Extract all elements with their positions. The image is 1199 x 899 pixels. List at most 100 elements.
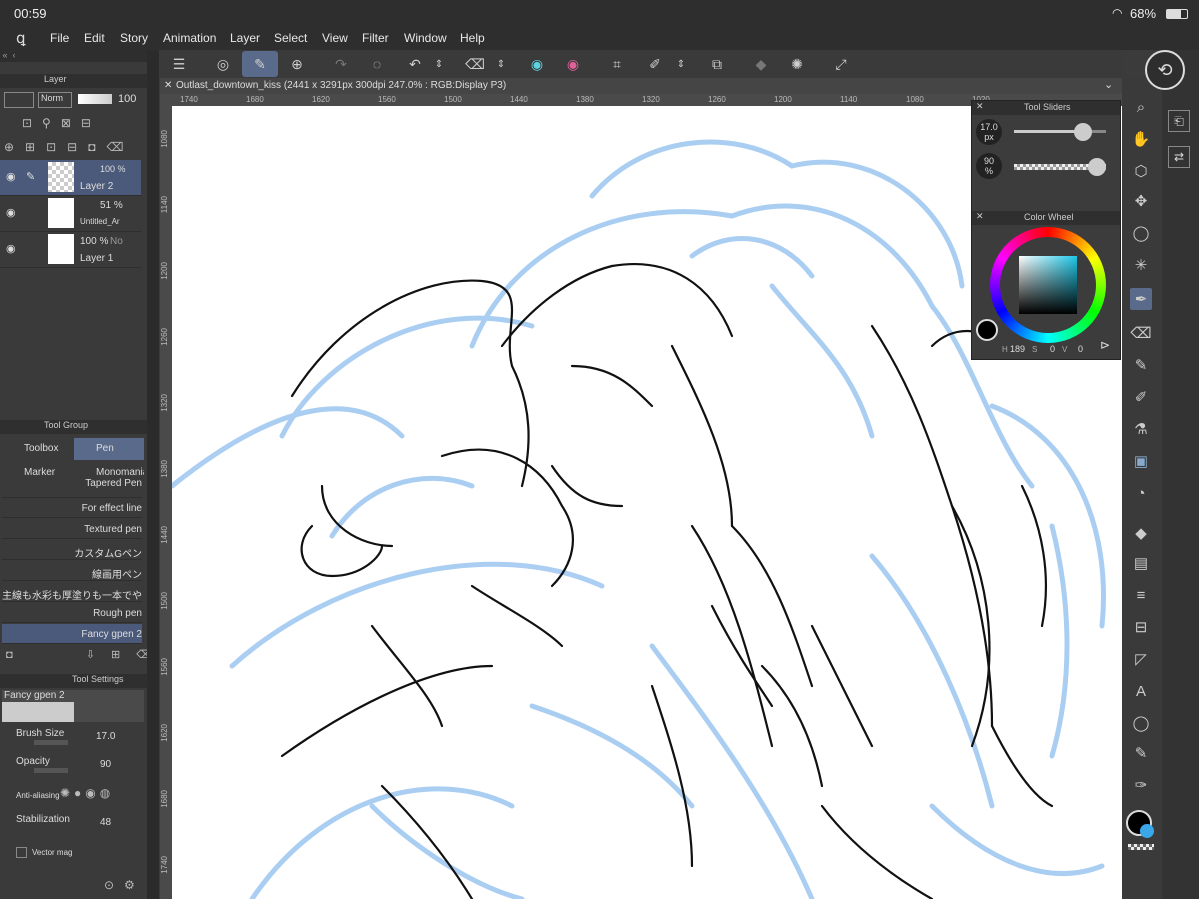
lasso-tool-icon[interactable]: ◯ xyxy=(1130,222,1152,244)
saturation-value-square[interactable] xyxy=(1019,256,1077,314)
zoom-icon[interactable]: ⌕ xyxy=(1130,96,1152,118)
anti-aliasing-options[interactable]: ✺●◉◍ xyxy=(60,786,114,800)
opacity-slider-thumb[interactable] xyxy=(1087,158,1106,176)
brush-item[interactable]: For effect line xyxy=(2,498,142,518)
menu-select[interactable]: Select xyxy=(274,31,307,45)
magic-wand-icon[interactable]: ✳ xyxy=(1130,254,1152,276)
app-logo-icon[interactable]: ꝗ xyxy=(16,29,26,47)
pen-tool-icon[interactable]: ✒ xyxy=(1130,288,1152,310)
vector-magnet-checkbox[interactable] xyxy=(16,847,27,858)
eyedropper-icon[interactable]: ✑ xyxy=(1130,774,1152,796)
layer-opacity-slider[interactable] xyxy=(78,94,112,104)
brush-item[interactable]: 線画用ペン xyxy=(2,561,142,581)
opacity-slider[interactable] xyxy=(1014,158,1106,176)
redo-icon[interactable]: ↷ xyxy=(330,53,352,75)
figure-icon[interactable]: ≡ xyxy=(1130,584,1152,606)
chevron-down-icon[interactable]: ⌄ xyxy=(1104,78,1113,91)
layer-row[interactable]: ◉ 100 % No Layer 1 xyxy=(0,232,141,268)
swap-icon[interactable]: ⇄ xyxy=(1168,146,1190,168)
crop-icon[interactable]: ⌗ xyxy=(606,53,628,75)
blend-icon[interactable]: ◔ xyxy=(1130,482,1152,504)
stroke-arrows-icon[interactable]: ⇕ xyxy=(670,53,692,75)
brush-item[interactable]: カスタムGペン xyxy=(2,540,142,560)
fill-bucket-icon[interactable]: ◆ xyxy=(1130,522,1152,544)
smartphone-icon[interactable]: ⎗ xyxy=(1168,110,1190,132)
tab-pen[interactable]: Pen xyxy=(74,438,144,460)
sync-icon[interactable]: ⟲ xyxy=(1145,50,1185,90)
lasso-icon[interactable]: ◌ xyxy=(366,53,388,75)
ruler-tool-icon[interactable]: ◸ xyxy=(1130,648,1152,670)
frame-icon[interactable]: ⊟ xyxy=(1130,616,1152,638)
menu-animation[interactable]: Animation xyxy=(163,31,216,45)
fill-icon[interactable]: ◆ xyxy=(750,53,772,75)
gradient-icon[interactable]: ▤ xyxy=(1130,552,1152,574)
layer-lock-icons[interactable]: ⊡⚲⊠⊟ xyxy=(22,116,101,130)
hamburger-menu-icon[interactable]: ☰ xyxy=(168,53,190,75)
hand-icon[interactable]: ✋ xyxy=(1130,128,1152,150)
opacity-slider[interactable] xyxy=(34,768,68,773)
brush-item[interactable]: Textured pen xyxy=(2,519,142,539)
opacity-value[interactable]: 90 xyxy=(100,759,111,770)
3d-object-icon[interactable]: ⬡ xyxy=(1130,160,1152,182)
hue-ring[interactable] xyxy=(990,227,1106,343)
color-picker-cyan-icon[interactable]: ◉ xyxy=(526,53,548,75)
color-options-icon[interactable]: ⊳ xyxy=(1100,338,1110,352)
correct-line-icon[interactable]: ✎ xyxy=(1130,742,1152,764)
fullscreen-icon[interactable]: ⤢ xyxy=(830,53,852,75)
layer-shape-select[interactable] xyxy=(4,92,34,108)
brush-preview[interactable]: Fancy gpen 2 xyxy=(2,690,144,722)
brush-item[interactable]: Tapered Pen xyxy=(2,478,142,498)
size-slider-thumb[interactable] xyxy=(1074,123,1092,141)
decoration-icon[interactable]: ▣ xyxy=(1130,450,1152,472)
undo-icon[interactable]: ↶ xyxy=(404,53,426,75)
close-tab-icon[interactable]: ✕ xyxy=(164,80,172,91)
left-panel-collapse[interactable]: « ‹ xyxy=(0,50,147,62)
undo-history-arrows-icon[interactable]: ⇕ xyxy=(428,53,450,75)
menu-file[interactable]: File xyxy=(50,31,69,45)
foreground-color-swatch[interactable] xyxy=(976,319,998,341)
document-tab[interactable]: ✕ Outlast_downtown_kiss (2441 x 3291px 3… xyxy=(160,78,1122,94)
close-icon[interactable]: ✕ xyxy=(976,211,984,222)
menu-help[interactable]: Help xyxy=(460,31,485,45)
brush-item[interactable]: 主線も水彩も厚塗りも一本でやる xyxy=(2,582,142,602)
menu-layer[interactable]: Layer xyxy=(230,31,260,45)
size-slider[interactable] xyxy=(1014,123,1106,141)
layer-row[interactable]: ◉ 51 % Untitled_Ar xyxy=(0,196,141,232)
menu-filter[interactable]: Filter xyxy=(362,31,389,45)
eraser-icon[interactable]: ⌫ xyxy=(1130,322,1152,344)
blend-mode-select[interactable]: Norm xyxy=(38,92,72,108)
edit-layer-icon[interactable]: ✎ xyxy=(242,51,278,77)
transparent-color-swatch[interactable] xyxy=(1128,844,1154,850)
brush-icon[interactable]: ✐ xyxy=(1130,386,1152,408)
brush-item-selected[interactable]: Fancy gpen 2 xyxy=(2,624,142,644)
menu-window[interactable]: Window xyxy=(404,31,447,45)
brush-size-slider[interactable] xyxy=(34,740,68,745)
menu-edit[interactable]: Edit xyxy=(84,31,105,45)
transform-icon[interactable]: ⧉ xyxy=(706,53,728,75)
tool-group-action-icons[interactable]: ◘ ⇩⊞⌫ xyxy=(6,648,168,661)
move-icon[interactable]: ✥ xyxy=(1130,190,1152,212)
visibility-eye-icon[interactable]: ◉ xyxy=(6,206,16,219)
balloon-icon[interactable]: ◯ xyxy=(1130,712,1152,734)
pen-stroke-icon[interactable]: ✐ xyxy=(644,53,666,75)
eraser-arrows-icon[interactable]: ⇕ xyxy=(490,53,512,75)
loading-icon[interactable]: ✺ xyxy=(786,53,808,75)
menu-story[interactable]: Story xyxy=(120,31,148,45)
eraser-tool-icon[interactable]: ⌫ xyxy=(464,53,486,75)
pencil-icon[interactable]: ✎ xyxy=(1130,354,1152,376)
close-icon[interactable]: ✕ xyxy=(976,101,984,112)
layer-action-icons[interactable]: ⊕⊞⊡⊟◘⌫ xyxy=(4,140,134,154)
stabilization-value[interactable]: 48 xyxy=(100,817,111,828)
text-tool-icon[interactable]: A xyxy=(1130,680,1152,702)
menu-view[interactable]: View xyxy=(322,31,348,45)
airbrush-icon[interactable]: ⚗ xyxy=(1130,418,1152,440)
brush-item[interactable]: Rough pen xyxy=(2,603,142,623)
tab-toolbox[interactable]: Toolbox xyxy=(2,438,72,460)
new-layer-icon[interactable]: ⊕ xyxy=(286,53,308,75)
brush-size-value[interactable]: 17.0 xyxy=(96,731,115,742)
visibility-eye-icon[interactable]: ◉ xyxy=(6,170,16,183)
quick-access-icon[interactable]: ◎ xyxy=(212,53,234,75)
visibility-eye-icon[interactable]: ◉ xyxy=(6,242,16,255)
layer-row[interactable]: ◉ ✎ 100 % Layer 2 xyxy=(0,160,141,196)
color-picker-pink-icon[interactable]: ◉ xyxy=(562,53,584,75)
